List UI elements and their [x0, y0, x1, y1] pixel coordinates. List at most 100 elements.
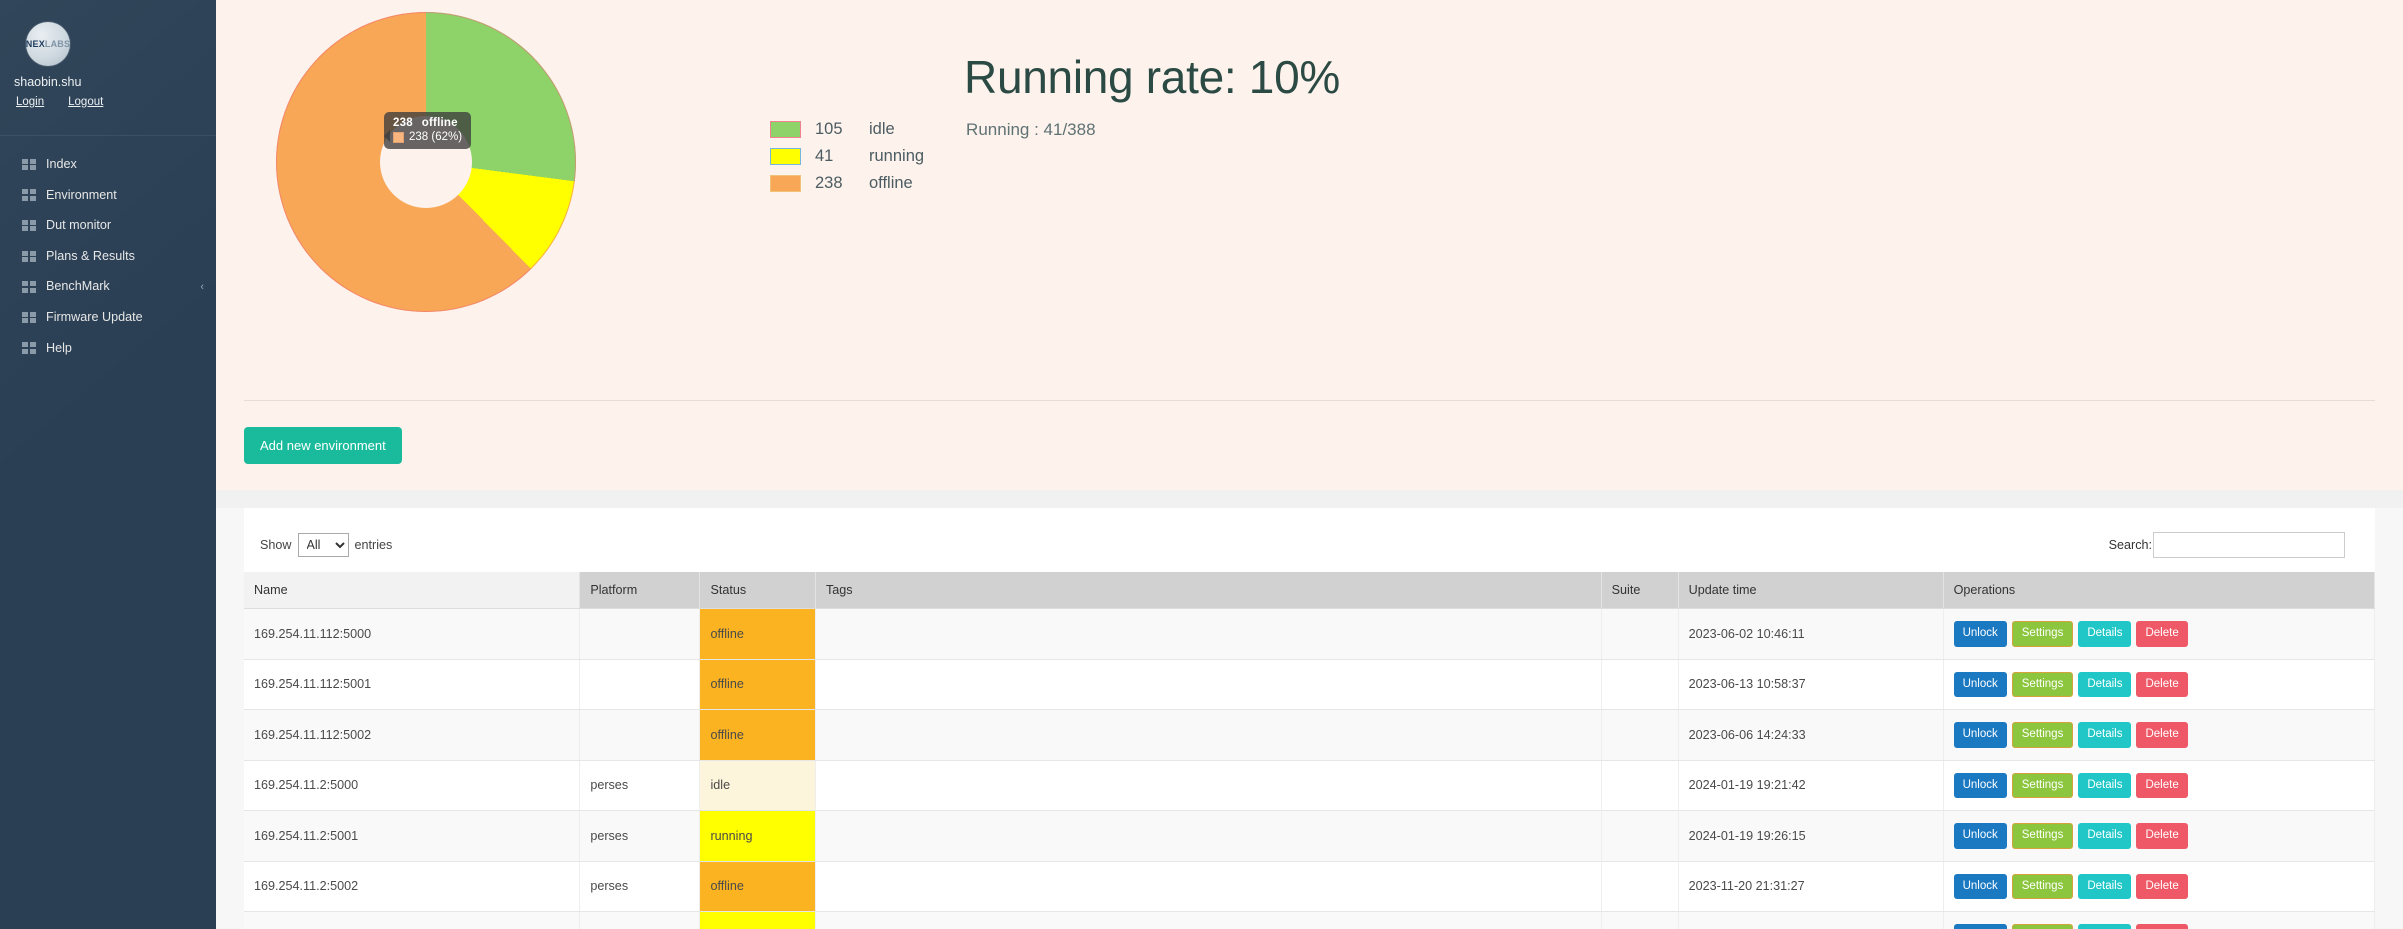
settings-button[interactable]: Settings [2011, 772, 2074, 798]
settings-button[interactable]: Settings [2011, 621, 2074, 647]
cell-suite [1601, 911, 1679, 929]
cell-name: 169.254.11.112:5001 [244, 659, 581, 710]
unlock-button[interactable]: Unlock [1953, 924, 2007, 929]
settings-button[interactable]: Settings [2011, 823, 2074, 849]
unlock-button[interactable]: Unlock [1953, 823, 2007, 849]
brand-logo-icon: NEXLABS [26, 39, 70, 49]
sidebar-item-help[interactable]: Help [0, 333, 216, 364]
sidebar-item-index[interactable]: Index [0, 149, 216, 180]
entries-select[interactable]: All 10 25 50 100 [297, 533, 349, 557]
details-button[interactable]: Details [2078, 722, 2132, 748]
legend-item-running[interactable]: 41 running [770, 147, 924, 166]
settings-button[interactable]: Settings [2011, 873, 2074, 899]
cell-suite [1601, 709, 1679, 761]
cell-name: 169.254.11.112:5000 [244, 608, 581, 660]
table-row[interactable]: 169.254.11.112:5000 offline 2023-06-02 1… [244, 608, 2376, 660]
tooltip-detail-row: 238 (62%) [393, 131, 462, 143]
cell-operations: Unlock Settings Details Delete [1943, 911, 2376, 929]
cell-platform [579, 659, 701, 710]
status-badge: running [699, 810, 816, 862]
sidebar-item-environment[interactable]: Environment [0, 180, 216, 211]
profile-links: Login Logout [0, 96, 216, 108]
table-row[interactable]: 169.254.12.78:5000 perses running 2024-0… [244, 911, 2376, 929]
cell-name: 169.254.11.112:5002 [244, 709, 581, 761]
sidebar-nav: Index Environment Dut monitor Plans & Re… [0, 149, 216, 363]
cell-operations: Unlock Settings Details Delete [1943, 608, 2376, 660]
sidebar-item-benchmark[interactable]: BenchMark ‹ [0, 271, 216, 302]
table-body: 169.254.11.112:5000 offline 2023-06-02 1… [244, 608, 2376, 929]
grid-icon [22, 311, 36, 324]
cell-tags [815, 608, 1602, 660]
table-row[interactable]: 169.254.11.2:5001 perses running 2024-01… [244, 810, 2376, 862]
details-button[interactable]: Details [2078, 823, 2132, 849]
details-button[interactable]: Details [2078, 772, 2132, 798]
table-row[interactable]: 169.254.11.112:5002 offline 2023-06-06 1… [244, 709, 2376, 761]
sidebar-item-dut-monitor[interactable]: Dut monitor [0, 210, 216, 241]
logout-link[interactable]: Logout [68, 96, 103, 108]
legend-item-idle[interactable]: 105 idle [770, 120, 924, 139]
search-label: Search: [2108, 538, 2152, 552]
delete-button[interactable]: Delete [2136, 873, 2188, 899]
delete-button[interactable]: Delete [2136, 621, 2188, 647]
add-environment-button[interactable]: Add new environment [244, 427, 402, 464]
grid-icon [22, 342, 36, 354]
dashboard-panel: 238 offline 238 (62%) 105 idle 41 runnin… [216, 0, 2403, 490]
legend-label: running [869, 147, 925, 165]
search-input[interactable] [2153, 532, 2345, 558]
cell-suite [1601, 810, 1679, 862]
environment-table: Name Platform Status Tags Suite Update t… [244, 572, 2376, 929]
datatable-controls: Show All 10 25 50 100 entries Search: [244, 520, 2375, 572]
operations-group: Unlock Settings Details Delete [1953, 873, 2364, 899]
donut-chart[interactable] [276, 12, 576, 312]
settings-button[interactable]: Settings [2011, 924, 2074, 929]
unlock-button[interactable]: Unlock [1953, 621, 2007, 647]
column-header-name[interactable]: Name [244, 572, 581, 609]
delete-button[interactable]: Delete [2136, 772, 2188, 798]
column-header-status[interactable]: Status [699, 572, 816, 609]
status-pie-chart: 238 offline 238 (62%) [216, 0, 776, 312]
login-link[interactable]: Login [16, 96, 44, 108]
status-badge: idle [699, 760, 816, 811]
cell-tags [815, 911, 1602, 929]
details-button[interactable]: Details [2078, 621, 2132, 647]
unlock-button[interactable]: Unlock [1953, 873, 2007, 899]
legend-value: 238 [815, 174, 843, 192]
table-row[interactable]: 169.254.11.2:5000 perses idle 2024-01-19… [244, 760, 2376, 811]
legend-value: 41 [815, 147, 834, 165]
table-row[interactable]: 169.254.11.112:5001 offline 2023-06-13 1… [244, 659, 2376, 710]
column-header-platform[interactable]: Platform [579, 572, 701, 609]
environment-table-card: Show All 10 25 50 100 entries Search: [244, 508, 2376, 929]
column-header-operations[interactable]: Operations [1943, 572, 2376, 609]
tooltip-title: 238 offline [393, 117, 462, 129]
chart-tooltip: 238 offline 238 (62%) [384, 112, 472, 149]
sidebar-item-plans-results[interactable]: Plans & Results [0, 241, 216, 272]
grid-icon [22, 250, 36, 263]
settings-button[interactable]: Settings [2011, 671, 2074, 697]
unlock-button[interactable]: Unlock [1953, 671, 2007, 697]
delete-button[interactable]: Delete [2136, 924, 2188, 929]
table-row[interactable]: 169.254.11.2:5002 perses offline 2023-11… [244, 861, 2376, 912]
cell-platform [579, 709, 701, 761]
column-header-update-time[interactable]: Update time [1678, 572, 1944, 609]
delete-button[interactable]: Delete [2136, 671, 2188, 697]
unlock-button[interactable]: Unlock [1953, 722, 2007, 748]
details-button[interactable]: Details [2078, 671, 2132, 697]
legend-item-offline[interactable]: 238 offline [770, 174, 924, 193]
delete-button[interactable]: Delete [2136, 722, 2188, 748]
details-button[interactable]: Details [2078, 873, 2132, 899]
unlock-button[interactable]: Unlock [1953, 772, 2007, 798]
cell-update-time: 2024-01-19 19:21:42 [1678, 760, 1944, 811]
grid-icon [22, 281, 36, 293]
details-button[interactable]: Details [2078, 924, 2132, 929]
operations-group: Unlock Settings Details Delete [1953, 621, 2364, 647]
cell-update-time: 2023-11-20 21:31:27 [1678, 861, 1944, 912]
delete-button[interactable]: Delete [2136, 823, 2188, 849]
sidebar-item-label: Help [46, 340, 72, 355]
page-title: Running rate: 10% [964, 51, 1340, 103]
sidebar-item-firmware-update[interactable]: Firmware Update [0, 302, 216, 333]
entries-label: entries [354, 538, 393, 552]
settings-button[interactable]: Settings [2011, 722, 2074, 748]
column-header-tags[interactable]: Tags [815, 572, 1602, 609]
column-header-suite[interactable]: Suite [1601, 572, 1679, 609]
avatar: NEXLABS [26, 22, 70, 66]
